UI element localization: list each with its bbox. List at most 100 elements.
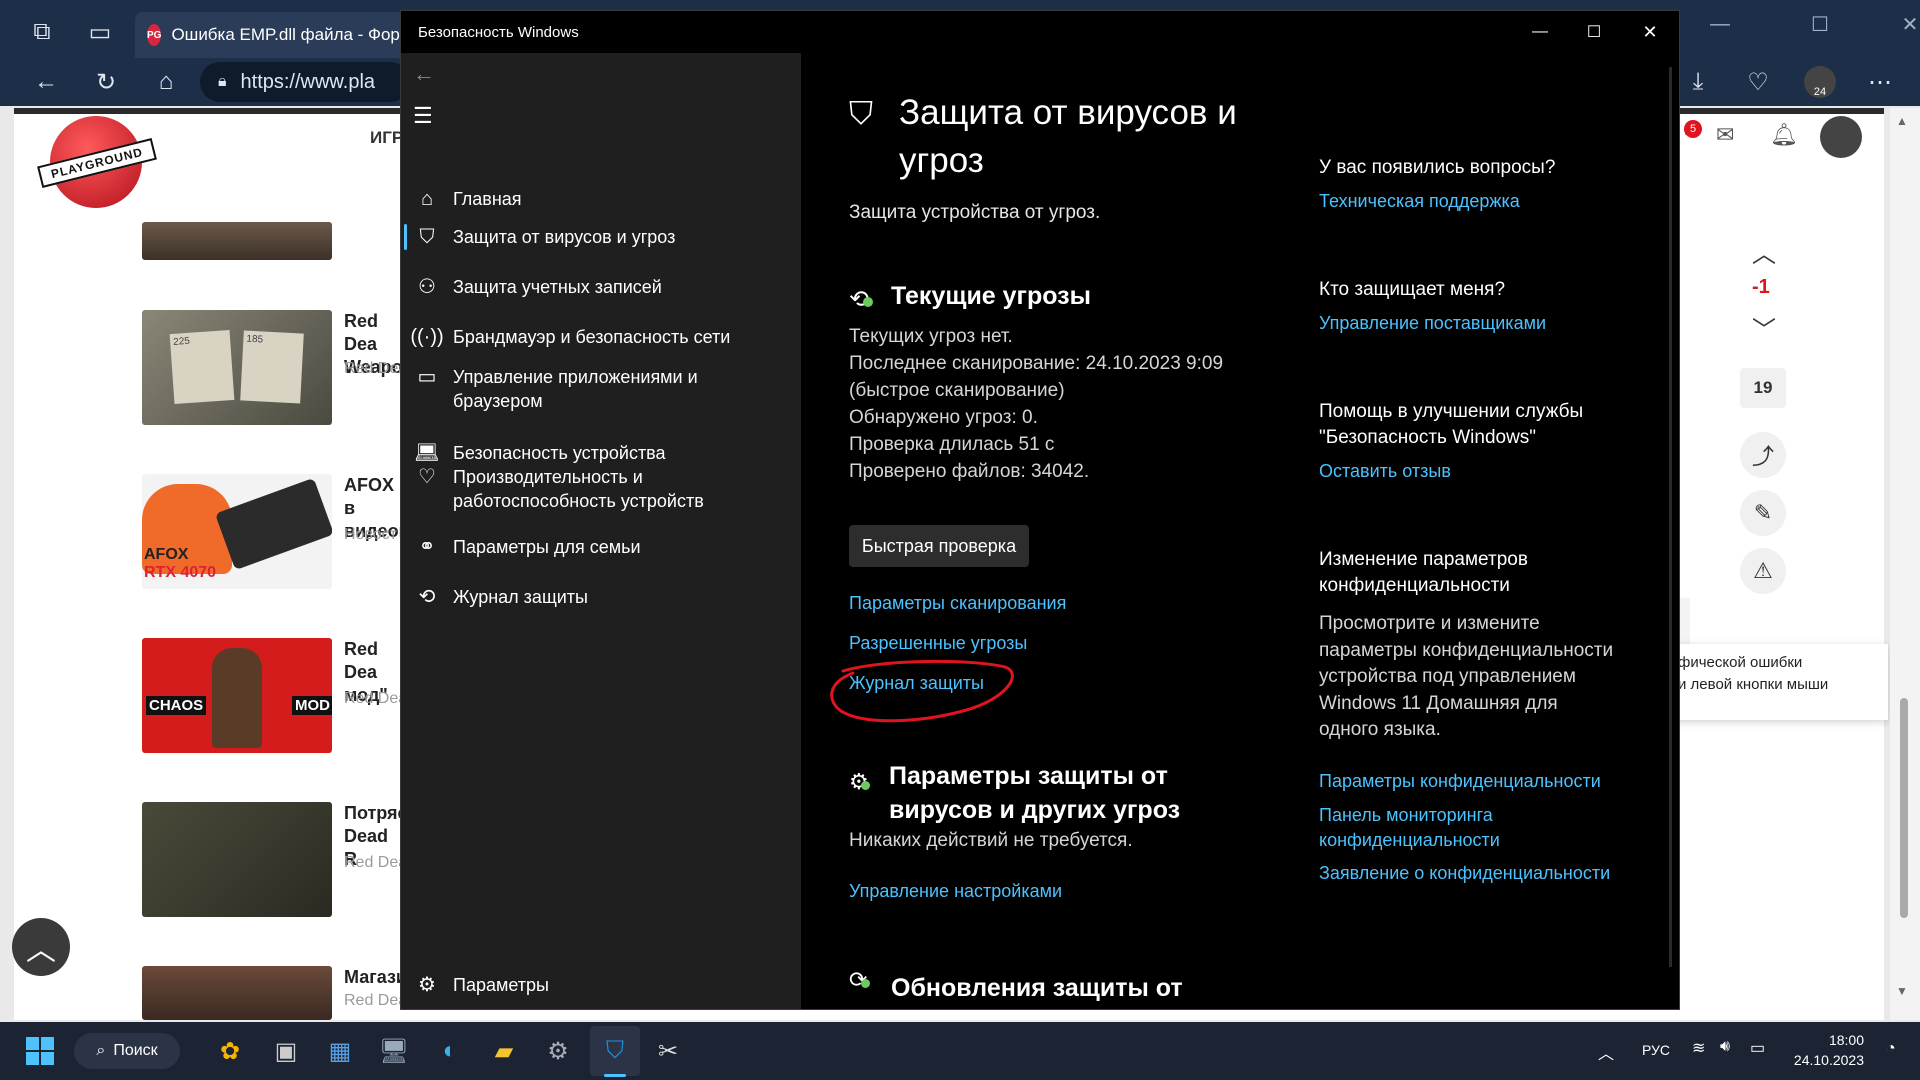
downvote-chevron-icon[interactable]: ﹀ [1752,310,1776,345]
nav-item-app-browser-control[interactable]: ▭ Управление приложениями и браузером [401,365,801,413]
bell-icon[interactable]: 🔔︎ [1770,122,1798,148]
nav-label: Производительность и работоспособность у… [453,467,704,511]
nav-item-device-security[interactable]: 💻︎ Безопасность устройства [401,441,801,465]
privacy-statement-link[interactable]: Заявление о конфиденциальности [1319,861,1610,886]
home-icon: ⌂ [420,188,434,210]
nav-item-home[interactable]: ⌂ Главная [401,187,801,211]
nav-label: Управление приложениями и браузером [453,367,698,411]
manage-settings-link[interactable]: Управление настройками [849,879,1062,904]
nav-label: Защита учетных записей [453,277,662,297]
notification-center-icon[interactable]: ◔ [1886,1040,1896,1058]
scroll-up-arrow-icon[interactable]: ▲ [1896,114,1908,128]
edge-browser-icon[interactable]: ◐ [432,1033,468,1069]
scroll-to-top-button[interactable]: ︿ [12,918,70,976]
article-thumbnail[interactable]: AFOX RTX 4070 [142,474,332,589]
report-warning-icon[interactable]: ⚠ [1740,548,1786,594]
nav-label: Параметры для семьи [453,537,641,557]
article-title[interactable]: Магази [344,966,400,989]
refresh-icon[interactable]: ↻ [88,64,124,100]
nav-label: Параметры [453,975,549,995]
back-arrow-icon[interactable]: ← [413,61,435,87]
gpu-image [214,477,332,571]
upvote-chevron-icon[interactable]: ︿ [1752,234,1776,269]
nav-item-protection-history[interactable]: ⟲ Журнал защиты [401,585,801,609]
mail-icon[interactable]: ✉ [1716,122,1734,148]
copilot-app-icon[interactable]: ✿ [212,1033,248,1069]
windows-security-window: Безопасность Windows — ☐ ✕ ← ☰ ⌂ Главная… [400,10,1680,1010]
scrollbar-thumb[interactable] [1900,698,1908,918]
tooltip-text: фической ошибки и левой кнопки мыши [1678,654,1829,693]
clock-time[interactable]: 18:00 [1794,1032,1864,1048]
tech-support-link[interactable]: Техническая поддержка [1319,189,1520,214]
person-icon: ⚇ [418,276,436,298]
article-thumbnail[interactable] [142,802,332,917]
content-scrollbar[interactable] [1669,67,1672,967]
article-thumbnail[interactable] [142,966,332,1020]
give-feedback-link[interactable]: Оставить отзыв [1319,459,1451,484]
home-icon[interactable]: ⌂ [148,64,184,100]
manage-providers-link[interactable]: Управление поставщиками [1319,311,1546,336]
windows-security-app-icon[interactable]: ⛉ [597,1033,633,1069]
site-avatar[interactable] [1820,116,1862,158]
more-menu-icon[interactable]: ⋯ [1862,64,1898,100]
comments-count-badge[interactable]: 19 [1740,368,1786,408]
article-thumbnail[interactable]: CHAOS MOD [142,638,332,753]
article-meta: Red Dea [344,854,400,871]
task-view-icon[interactable]: ▣ [268,1033,304,1069]
control-panel-icon[interactable]: ▦ [322,1033,358,1069]
nav-item-account-protection[interactable]: ⚇ Защита учетных записей [401,275,801,299]
shield-icon: ⛉ [419,226,435,248]
minimize-button[interactable]: — [1527,19,1553,45]
scroll-down-arrow-icon[interactable]: ▼ [1896,984,1908,998]
settings-app-icon[interactable]: ⚙ [540,1033,576,1069]
address-bar[interactable]: 🔒︎ https://www.pla [200,62,410,102]
maximize-button[interactable]: ☐ [1581,19,1607,45]
nav-item-firewall[interactable]: ((·)) Брандмауэр и безопасность сети [401,325,801,349]
edit-pencil-icon[interactable]: ✎ [1740,490,1786,536]
nav-item-virus-protection[interactable]: ⛉ Защита от вирусов и угроз [401,225,801,249]
profile-avatar[interactable]: 24 [1804,66,1836,98]
back-arrow-icon[interactable]: ← [28,64,64,100]
privacy-dashboard-link[interactable]: Панель мониторинга конфиденциальности [1319,803,1579,853]
workspaces-icon[interactable]: ⧉ [24,14,60,50]
clock-date[interactable]: 24.10.2023 [1778,1052,1864,1068]
browser-tab-active[interactable]: PG Ошибка EMP.dll файла - Фору [135,12,405,58]
character-image [212,648,262,748]
tab-actions-icon[interactable]: ▭ [82,14,118,50]
browser-essentials-icon[interactable]: ♡ [1740,64,1776,100]
windows-start-icon[interactable] [22,1033,58,1069]
thumb-label: MOD [292,696,332,715]
site-logo[interactable]: PLAYGROUND [37,116,157,216]
nav-item-settings[interactable]: ⚙ Параметры [401,973,801,997]
share-icon[interactable]: ⤴ [1740,432,1786,478]
downloads-icon[interactable]: ⤓ [1680,64,1716,100]
quick-scan-button[interactable]: Быстрая проверка [849,525,1029,567]
scan-options-link[interactable]: Параметры сканирования [849,591,1066,616]
nav-item-family-options[interactable]: ⚭ Параметры для семьи [401,535,801,559]
thumb-label: 225 [169,329,235,405]
browser-close-button[interactable]: ✕ [1890,4,1920,44]
vote-score: -1 [1752,276,1770,298]
page-subtitle: Защита устройства от угроз. [849,202,1101,223]
snipping-tool-icon[interactable]: ✂ [650,1033,686,1069]
file-explorer-icon[interactable]: ▰ [486,1033,522,1069]
nav-item-device-performance[interactable]: ♡ Производительность и работоспособность… [401,465,801,513]
input-language[interactable]: РУС [1642,1042,1670,1058]
volume-icon[interactable]: 🔊︎ [1720,1038,1730,1056]
nav-label: Защита от вирусов и угроз [453,227,676,247]
hamburger-menu-icon[interactable]: ☰ [413,103,433,129]
settings-gear-icon: ⚙ [849,769,870,794]
tray-overflow-chevron-icon[interactable]: ︿ [1598,1040,1614,1064]
privacy-settings-link[interactable]: Параметры конфиденциальности [1319,769,1601,794]
battery-icon[interactable]: ▭ [1750,1038,1765,1058]
article-thumbnail[interactable]: 225 185 [142,310,332,425]
close-button[interactable]: ✕ [1637,19,1663,45]
site-nav-item[interactable]: ИГР [370,128,403,148]
remote-desktop-icon[interactable]: 🖥︎ [376,1033,412,1069]
article-thumbnail[interactable] [142,222,332,260]
taskbar-search-button[interactable]: ⌕ Поиск [74,1033,180,1069]
wifi-icon[interactable]: ≋ [1692,1038,1705,1058]
browser-scrollbar[interactable]: ▲ ▼ [1890,108,1920,1020]
browser-maximize-button[interactable]: ☐ [1800,4,1840,44]
browser-minimize-button[interactable]: — [1700,4,1740,44]
